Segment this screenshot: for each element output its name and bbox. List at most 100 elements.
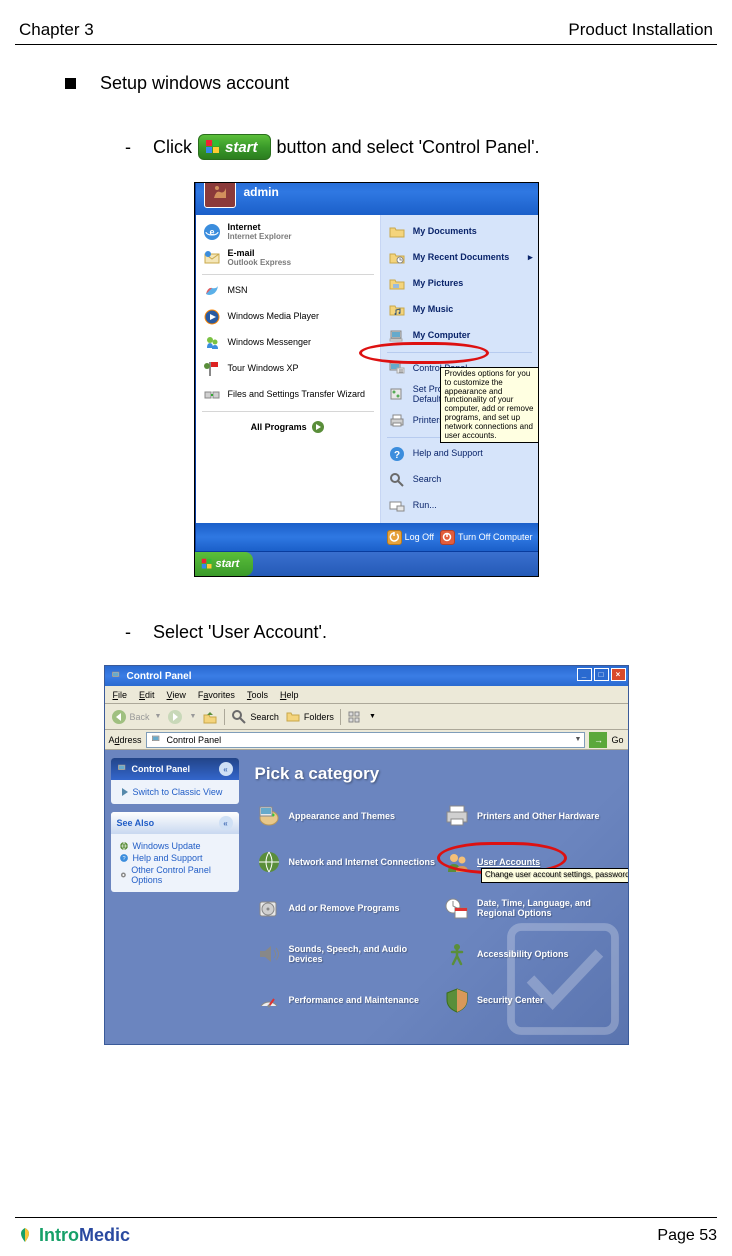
main-panel: Pick a category Appearance and Themes Pr… [245,750,628,1044]
window-titlebar: Control Panel _ □ × [105,666,628,686]
see-other-options[interactable]: Other Control Panel Options [119,865,231,885]
step-select-user-account: - Select 'User Account'. [15,622,717,643]
start-label: start [225,139,258,156]
sm-tour[interactable]: Tour Windows XP [196,356,380,382]
sm-run[interactable]: Run... [381,493,539,519]
control-panel-icon [387,359,407,379]
appearance-icon [255,802,283,830]
address-field[interactable]: Control Panel ▼ [146,732,586,748]
see-windows-update[interactable]: Windows Update [119,841,231,851]
menu-file[interactable]: File [113,690,128,700]
views-button[interactable] [347,709,363,725]
minimize-button[interactable]: _ [577,668,592,681]
bullet-text: Setup windows account [100,73,289,94]
folder-music-icon [387,300,407,320]
maximize-button[interactable]: □ [594,668,609,681]
menu-edit[interactable]: Edit [139,690,155,700]
step2-text: Select 'User Account'. [153,622,327,643]
close-button[interactable]: × [611,668,626,681]
forward-button[interactable] [167,709,183,725]
page-footer: IntroMedic Page 53 [15,1225,717,1246]
sm-wm[interactable]: Windows Messenger [196,330,380,356]
menu-help[interactable]: Help [280,690,299,700]
background-checkmark-icon [498,914,628,1044]
wmp-icon [202,307,222,327]
arrow-right-icon: ▸ [528,253,533,263]
sm-msn[interactable]: MSN [196,278,380,304]
cat-user-accounts[interactable]: User Accounts Change user account settin… [443,848,628,876]
sm-my-computer[interactable]: My Computer [381,323,539,349]
doc-title: Product Installation [568,20,713,40]
step-click-start: - Click start button and select 'Control… [15,134,717,160]
folders-button[interactable]: Folders [285,709,334,725]
sm-search[interactable]: Search [381,467,539,493]
menu-favorites[interactable]: Favorites [198,690,235,700]
sm-fst[interactable]: Files and Settings Transfer Wizard [196,382,380,408]
cat-sounds[interactable]: Sounds, Speech, and Audio Devices [255,940,440,968]
go-button[interactable]: → [589,732,607,748]
menu-view[interactable]: View [167,690,186,700]
side-header: Control Panel « [111,758,239,780]
footer-rule [15,1217,717,1218]
windows-flag-icon [205,139,221,155]
mail-icon [202,248,222,268]
network-icon [255,848,283,876]
search-icon [387,470,407,490]
sm-help-support[interactable]: ?Help and Support [381,441,539,467]
page-header: Chapter 3 Product Installation [15,20,717,44]
tour-icon [202,359,222,379]
user-name: admin [244,185,279,199]
help-icon: ? [119,853,129,863]
control-panel-icon [151,734,163,746]
dropdown-arrow-icon: ▼ [369,713,376,720]
ie-icon: e [202,222,222,242]
switch-classic-link[interactable]: Switch to Classic View [119,787,231,797]
taskbar-start-button[interactable]: start [195,552,254,576]
collapse-icon[interactable]: « [219,816,233,830]
cat-appearance[interactable]: Appearance and Themes [255,802,440,830]
sm-my-documents[interactable]: My Documents [381,219,539,245]
start-button-graphic: start [198,134,271,160]
sm-all-programs[interactable]: All Programs [196,415,380,441]
svg-text:?: ? [122,856,125,862]
svg-text:e: e [209,227,214,237]
side-see-also-header: See Also « [111,812,239,834]
printer-icon [387,411,407,431]
collapse-icon[interactable]: « [219,762,233,776]
arrow-icon [119,787,129,797]
sm-my-music[interactable]: My Music [381,297,539,323]
sm-internet[interactable]: e InternetInternet Explorer [196,219,380,245]
start-menu: admin e InternetInternet Explorer E-mail… [195,182,539,552]
msn-icon [202,281,222,301]
globe-icon [119,841,129,851]
turnoff-button[interactable]: Turn Off Computer [440,530,533,545]
address-bar: Address Control Panel ▼ → Go [105,730,628,750]
step1-suffix: button and select 'Control Panel'. [277,137,540,158]
page-number: Page 53 [657,1227,717,1245]
go-label: Go [611,735,623,745]
sm-recent-docs[interactable]: My Recent Documents▸ [381,245,539,271]
sm-email[interactable]: E-mailOutlook Express [196,245,380,271]
search-button[interactable]: Search [231,709,279,725]
cat-printers[interactable]: Printers and Other Hardware [443,802,628,830]
back-button[interactable]: Back▼ [111,709,162,725]
dash-icon: - [125,137,131,158]
up-button[interactable] [202,709,218,725]
cat-performance[interactable]: Performance and Maintenance [255,986,440,1014]
cat-add-remove[interactable]: Add or Remove Programs [255,894,440,922]
start-menu-right: My Documents My Recent Documents▸ My Pic… [381,215,539,523]
avatar [204,182,236,208]
logoff-button[interactable]: Log Off [387,530,434,545]
screenshot-start-menu: admin e InternetInternet Explorer E-mail… [194,182,539,577]
control-panel-icon [111,670,123,682]
cat-network[interactable]: Network and Internet Connections [255,848,440,876]
bullet-setup: Setup windows account [15,73,717,94]
sm-wmp[interactable]: Windows Media Player [196,304,380,330]
help-icon: ? [387,444,407,464]
back-arrow-icon [111,709,127,725]
see-help-support[interactable]: ?Help and Support [119,853,231,863]
menu-tools[interactable]: Tools [247,690,268,700]
date-time-icon [443,894,471,922]
sm-my-pictures[interactable]: My Pictures [381,271,539,297]
performance-icon [255,986,283,1014]
